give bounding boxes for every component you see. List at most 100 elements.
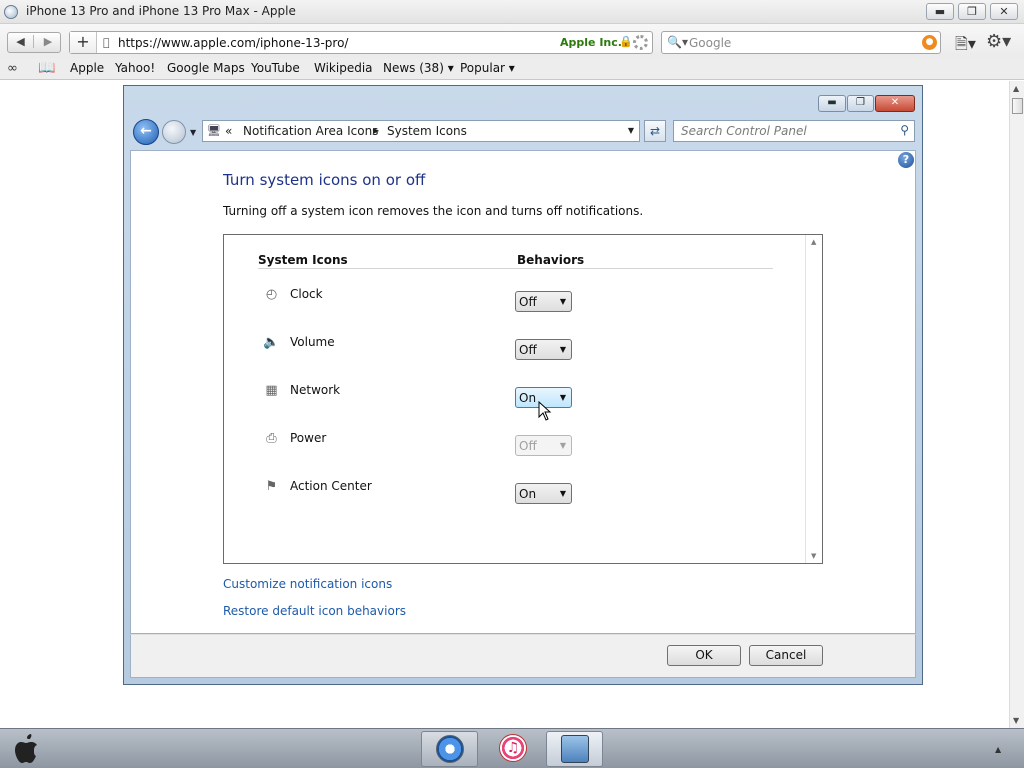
computer-icon: 🖥 (207, 124, 221, 137)
gear-icon[interactable]: ⚙▾ (986, 31, 1011, 52)
control-panel-dock-item[interactable] (546, 731, 603, 767)
list-scroll-down-icon[interactable]: ▼ (811, 552, 816, 560)
scroll-up-arrow-icon[interactable]: ▲ (1013, 84, 1019, 93)
network-icon: ▦ (265, 383, 278, 398)
chevron-down-icon: ▼ (559, 441, 566, 450)
cancel-button[interactable]: Cancel (749, 645, 823, 666)
cp-forward-button[interactable] (162, 120, 186, 144)
row-label-network: Network (290, 383, 341, 397)
chevron-down-icon: ▼ (559, 489, 566, 498)
breadcrumb-overflow[interactable]: « (225, 124, 232, 138)
recent-pages-chevron-icon[interactable]: ▼ (190, 128, 196, 137)
loading-spinner-icon (633, 35, 648, 50)
row-label-volume: Volume (290, 335, 335, 349)
scrollbar-thumb[interactable] (1012, 98, 1023, 114)
volume-behavior-select[interactable]: Off ▼ (515, 339, 572, 360)
network-behavior-value: On (519, 391, 537, 405)
row-label-action-center: Action Center (290, 479, 372, 493)
column-header-system-icons: System Icons (258, 253, 348, 267)
bookmark-youtube[interactable]: YouTube (251, 61, 300, 75)
row-label-power: Power (290, 431, 327, 445)
cp-maximize-button[interactable]: ❐ (847, 95, 874, 112)
certificate-owner[interactable]: Apple Inc. (560, 36, 622, 49)
cp-close-button[interactable]: ✕ (875, 95, 915, 112)
web-search-placeholder: Google (689, 36, 732, 50)
bookmark-yahoo[interactable]: Yahoo! (115, 61, 155, 75)
search-engine-icon[interactable]: ● (922, 35, 937, 50)
chevron-down-icon: ▼ (559, 393, 566, 402)
dialog-footer: OK Cancel (130, 634, 916, 678)
address-url[interactable]: https://www.apple.com/iphone-13-pro/ (118, 36, 348, 50)
taskbar-dock: ♫ ▲ (0, 728, 1024, 768)
itunes-dock-item[interactable]: ♫ (485, 731, 542, 767)
bookmark-apple[interactable]: Apple (70, 61, 104, 75)
cp-back-button[interactable]: ← (133, 119, 159, 145)
ok-button[interactable]: OK (667, 645, 741, 666)
reading-list-icon[interactable]: ∞ (7, 61, 18, 76)
breadcrumb-arrow-icon[interactable]: ▶ (373, 126, 379, 135)
customize-notification-icons-link[interactable]: Customize notification icons (223, 577, 392, 591)
cp-content-pane: ? Turn system icons on or off Turning of… (130, 150, 916, 634)
safari-dock-item[interactable] (421, 731, 478, 767)
browser-window-title: iPhone 13 Pro and iPhone 13 Pro Max - Ap… (26, 4, 296, 18)
action-center-behavior-value: On (519, 487, 537, 501)
clock-behavior-select[interactable]: Off ▼ (515, 291, 572, 312)
tray-expand-icon[interactable]: ▲ (995, 745, 1001, 754)
header-divider (258, 268, 773, 269)
search-icon: 🔍▾ (667, 35, 688, 49)
back-button[interactable]: ◀ (8, 35, 34, 48)
page-description: Turning off a system icon removes the ic… (223, 204, 644, 218)
cp-search-icon[interactable]: ⚲ (900, 123, 909, 137)
help-icon[interactable]: ? (898, 152, 914, 168)
browser-minimize-button[interactable]: ▬ (926, 3, 954, 20)
bookmark-popular[interactable]: Popular ▾ (460, 61, 515, 75)
browser-maximize-button[interactable]: ❐ (958, 3, 986, 20)
action-center-behavior-select[interactable]: On ▼ (515, 483, 572, 504)
forward-button[interactable]: ▶ (35, 35, 61, 48)
refresh-button[interactable]: ⇄ (644, 120, 666, 142)
clock-behavior-value: Off (519, 295, 537, 309)
chevron-down-icon: ▼ (559, 345, 566, 354)
page-scrollbar[interactable]: ▲ ▼ (1009, 81, 1024, 728)
safari-compass-icon (436, 735, 464, 763)
browser-close-button[interactable]: ✕ (990, 3, 1018, 20)
row-label-clock: Clock (290, 287, 323, 301)
mouse-cursor-icon (538, 401, 552, 421)
list-scroll-up-icon[interactable]: ▲ (811, 238, 816, 246)
breadcrumb-dropdown-icon[interactable]: ▼ (628, 126, 634, 135)
browser-toolbar: ◀ ▶ +  https://www.apple.com/iphone-13-… (0, 24, 1024, 58)
clock-icon: ◴ (265, 287, 278, 302)
breadcrumb-system-icons[interactable]: System Icons (387, 124, 467, 138)
column-header-behaviors: Behaviors (517, 253, 585, 267)
address-bar[interactable]: +  https://www.apple.com/iphone-13-pro/… (69, 31, 653, 54)
lock-icon: 🔒 (619, 35, 633, 48)
volume-behavior-value: Off (519, 343, 537, 357)
bookmark-google-maps[interactable]: Google Maps (167, 61, 245, 75)
restore-default-behaviors-link[interactable]: Restore default icon behaviors (223, 604, 406, 618)
system-icons-window: ▬ ❐ ✕ ← ▼ 🖥 « Notification Area Icons ▶ … (123, 85, 923, 685)
bookmark-news[interactable]: News (38) ▾ (383, 61, 454, 75)
power-behavior-select: Off ▼ (515, 435, 572, 456)
itunes-note-icon: ♫ (499, 734, 527, 762)
browser-title-bar: iPhone 13 Pro and iPhone 13 Pro Max - Ap… (0, 0, 1024, 24)
site-icon:  (103, 36, 110, 49)
bookmark-wikipedia[interactable]: Wikipedia (314, 61, 373, 75)
page-title: Turn system icons on or off (223, 171, 426, 189)
list-scrollbar[interactable]: ▲ ▼ (805, 235, 822, 563)
cp-breadcrumb-bar[interactable]: 🖥 « Notification Area Icons ▶ System Ico… (202, 120, 640, 142)
page-menu-icon[interactable]: 🗎▾ (955, 33, 976, 60)
apple-logo-icon[interactable] (10, 731, 46, 767)
cp-minimize-button[interactable]: ▬ (818, 95, 846, 112)
volume-icon: 🔈 (263, 335, 280, 350)
breadcrumb-notification-area-icons[interactable]: Notification Area Icons (243, 124, 378, 138)
action-center-flag-icon: ⚑ (265, 479, 278, 494)
power-behavior-value: Off (519, 439, 537, 453)
web-search-field[interactable]: 🔍▾ Google ● (661, 31, 941, 54)
scroll-down-arrow-icon[interactable]: ▼ (1013, 716, 1019, 725)
bookmarks-book-icon[interactable]: 📖 (38, 60, 55, 76)
power-icon: ⎙ (266, 431, 277, 446)
system-icons-list: System Icons Behaviors ◴ Clock Off ▼ 🔈 V… (223, 234, 823, 564)
cp-search-input[interactable]: Search Control Panel ⚲ (673, 120, 915, 142)
add-bookmark-button[interactable]: + (70, 32, 97, 53)
bookmarks-bar: ∞ 📖 Apple Yahoo! Google Maps YouTube Wik… (0, 58, 1024, 80)
